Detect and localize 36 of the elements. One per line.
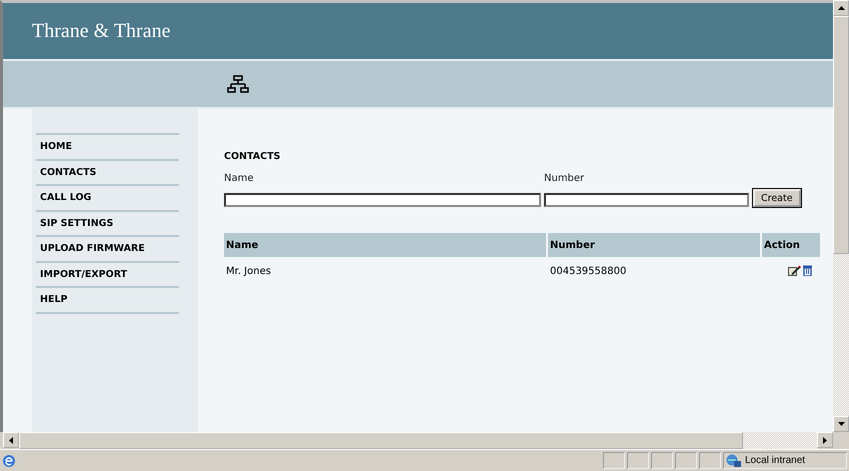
table-cell-text: 004539558800 [549, 264, 628, 278]
field-label: Number [544, 173, 586, 184]
nav-link[interactable]: CALL LOG [36, 186, 179, 212]
status-pane [651, 452, 673, 470]
network-icon [227, 75, 249, 93]
status-pane [627, 452, 649, 470]
column-header: Number [548, 233, 760, 257]
create-button[interactable]: Create [753, 189, 801, 207]
scroll-left-icon[interactable] [3, 432, 19, 448]
nav-link[interactable]: CONTACTS [36, 160, 179, 186]
scroll-up-icon[interactable] [833, 0, 849, 16]
edit-icon[interactable] [788, 265, 801, 276]
status-pane [699, 452, 721, 470]
scroll-right-icon[interactable] [817, 432, 833, 448]
nav-link[interactable]: HELP [36, 288, 179, 314]
status-pane [603, 452, 625, 470]
table-cell-text: Mr. Jones [225, 264, 272, 278]
column-header: Action [762, 233, 820, 257]
zone-label: Local intranet [745, 455, 806, 466]
browser-icon [2, 454, 16, 468]
scroll-down-icon[interactable] [833, 416, 849, 432]
nav-link[interactable]: HOME [36, 135, 179, 160]
trash-icon[interactable] [803, 265, 812, 276]
input-field[interactable] [544, 193, 749, 207]
globe-icon [726, 454, 742, 468]
nav-link[interactable]: UPLOAD FIRMWARE [36, 237, 179, 262]
input-field[interactable] [224, 193, 541, 207]
vertical-scrollbar[interactable] [833, 0, 849, 432]
section-title: CONTACTS [224, 151, 282, 164]
nav-link[interactable]: SIP SETTINGS [36, 212, 179, 237]
nav-link[interactable]: IMPORT/EXPORT [36, 262, 179, 288]
status-pane [675, 452, 697, 470]
field-label: Name [224, 173, 255, 184]
column-header: Name [224, 233, 546, 257]
scroll-thumb[interactable] [833, 16, 849, 254]
logo-text: Thrane & Thrane [32, 20, 170, 42]
